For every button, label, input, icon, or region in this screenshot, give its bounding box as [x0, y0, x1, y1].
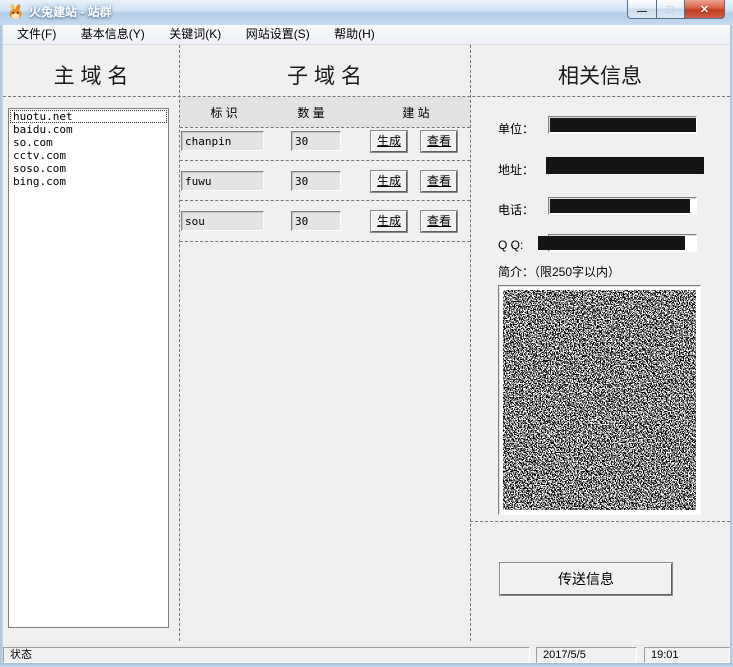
menu-site-settings[interactable]: 网站设置(S): [236, 25, 320, 44]
row-count-input[interactable]: [291, 211, 341, 231]
main-domain-title: 主 域 名: [3, 60, 179, 90]
list-item-domain[interactable]: bing.com: [10, 175, 167, 188]
status-text: 状态: [3, 647, 530, 663]
redaction-bar: [538, 236, 685, 250]
row-id-input[interactable]: [181, 131, 264, 151]
row-count-input[interactable]: [291, 171, 341, 191]
info-title: 相关信息: [470, 60, 730, 90]
phone-field[interactable]: [548, 197, 697, 215]
list-item-domain[interactable]: so.com: [10, 136, 167, 149]
window-frame-bottom: [0, 663, 733, 667]
row-id-input[interactable]: [181, 171, 264, 191]
unit-label: 单位：: [498, 120, 534, 137]
qq-field[interactable]: [548, 234, 697, 252]
column-divider-right: [470, 45, 471, 641]
status-bar: 状态 2017/5/5 19:01: [3, 645, 730, 663]
intro-label: 简介：（限250字以内）: [498, 263, 620, 280]
window-frame-left: [0, 25, 3, 667]
menu-basic-info[interactable]: 基本信息(Y): [71, 25, 155, 44]
redaction-bar: [550, 199, 690, 213]
main-domain-listbox[interactable]: huotu.net baidu.com so.com cctv.com soso…: [8, 108, 169, 628]
row-divider: [180, 200, 470, 201]
intro-textarea[interactable]: [498, 285, 701, 515]
intro-noise-redaction: [503, 290, 696, 510]
generate-button[interactable]: 生成: [371, 211, 407, 232]
info-footer-divider: [470, 521, 730, 522]
generate-button[interactable]: 生成: [371, 131, 407, 152]
list-item-domain[interactable]: huotu.net: [10, 110, 167, 123]
qq-label: Q Q:: [498, 238, 523, 252]
menu-file[interactable]: 文件(F): [7, 25, 66, 44]
generate-button[interactable]: 生成: [371, 171, 407, 192]
header-build: 建 站: [386, 104, 446, 121]
app-window: 火兔建站 - 站群 — ▢ ✕ 文件(F) 基本信息(Y) 关键词(K) 网站设…: [0, 0, 733, 667]
address-field[interactable]: [548, 157, 697, 175]
caption-buttons: — ▢ ✕: [627, 0, 725, 19]
time-panel: 19:01: [644, 647, 730, 663]
menu-help[interactable]: 帮助(H): [324, 25, 385, 44]
maximize-icon: ▢: [666, 4, 675, 15]
send-info-button[interactable]: 传送信息: [500, 563, 672, 595]
header-count: 数 量: [281, 104, 341, 121]
view-button[interactable]: 查看: [421, 171, 457, 192]
date-panel: 2017/5/5: [536, 647, 637, 663]
maximize-button[interactable]: ▢: [657, 0, 685, 19]
rabbit-app-icon: [7, 4, 24, 21]
address-label: 地址：: [498, 161, 534, 178]
close-button[interactable]: ✕: [685, 0, 725, 19]
row-divider: [180, 127, 470, 128]
list-item-domain[interactable]: cctv.com: [10, 149, 167, 162]
row-divider: [180, 160, 470, 161]
titlebar: 火兔建站 - 站群 — ▢ ✕: [0, 0, 733, 25]
row-id-input[interactable]: [181, 211, 264, 231]
menu-keywords[interactable]: 关键词(K): [159, 25, 231, 44]
close-icon: ✕: [700, 3, 709, 16]
window-title: 火兔建站 - 站群: [29, 0, 112, 25]
menu-bar: 文件(F) 基本信息(Y) 关键词(K) 网站设置(S) 帮助(H): [3, 25, 730, 45]
column-divider-left: [179, 45, 180, 641]
view-button[interactable]: 查看: [421, 211, 457, 232]
sub-domain-title: 子 域 名: [179, 60, 470, 90]
list-item-domain[interactable]: soso.com: [10, 162, 167, 175]
list-item-domain[interactable]: baidu.com: [10, 123, 167, 136]
redaction-bar: [546, 157, 704, 174]
phone-label: 电话：: [498, 201, 534, 218]
header-id: 标 识: [194, 104, 254, 121]
minimize-button[interactable]: —: [627, 0, 657, 19]
unit-field[interactable]: [548, 116, 697, 134]
row-count-input[interactable]: [291, 131, 341, 151]
redaction-bar: [550, 118, 696, 132]
view-button[interactable]: 查看: [421, 131, 457, 152]
minimize-icon: —: [637, 6, 647, 17]
row-divider: [180, 241, 470, 242]
